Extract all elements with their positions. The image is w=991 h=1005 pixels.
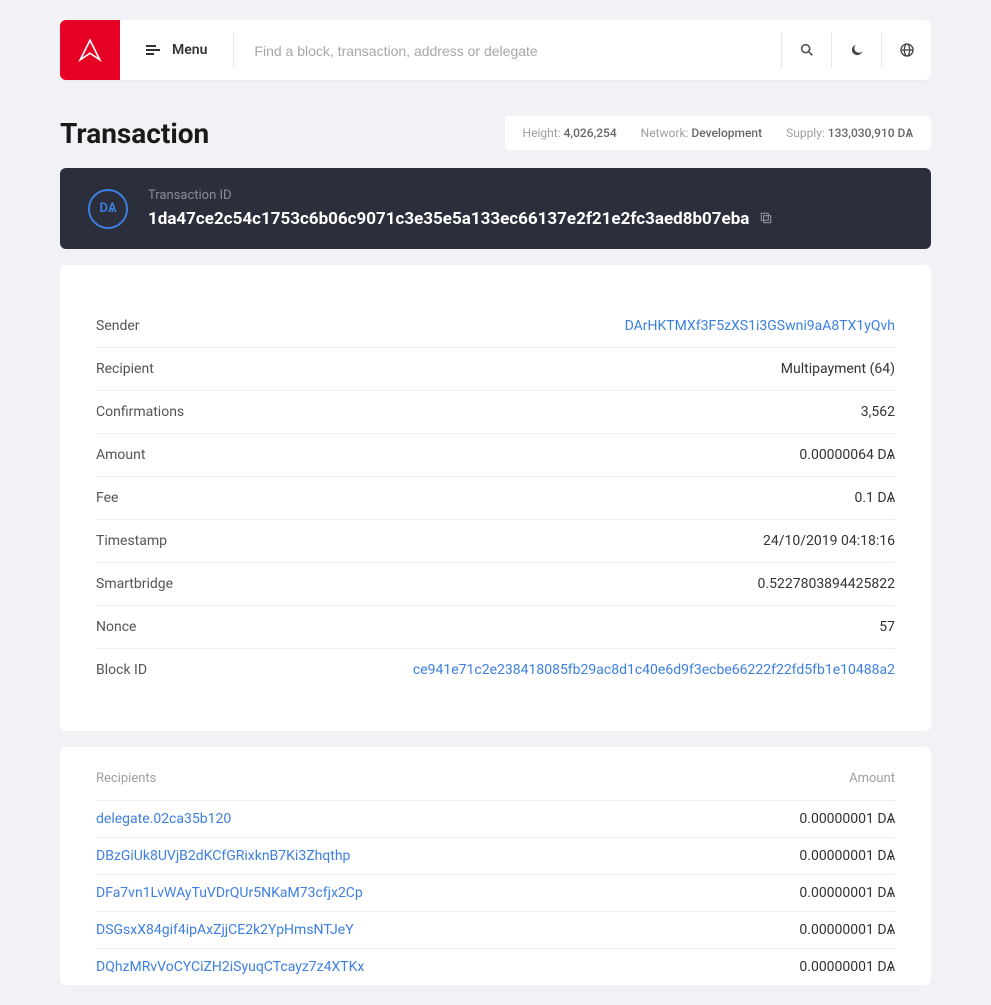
copy-button[interactable] — [759, 210, 773, 229]
detail-value: 57 — [879, 619, 895, 635]
details-card: Sender DArHKTMXf3F5zXS1i3GSwni9aA8TX1yQvh… — [60, 265, 931, 731]
detail-label: Amount — [96, 447, 145, 463]
recipient-row: DSGsxX84gif4ipAxZjjCE2k2YpHmsNTJeY 0.0000… — [96, 911, 895, 948]
menu-label: Menu — [172, 42, 207, 58]
detail-link-value[interactable]: ce941e71c2e238418085fb29ac8d1c40e6d9f3ec… — [413, 662, 895, 678]
recipient-row: DBzGiUk8UVjB2dKCfGRixknB7Ki3Zhqthp 0.0000… — [96, 837, 895, 874]
top-bar: Menu — [60, 20, 931, 80]
recipient-row: DQhzMRvVoCYCiZH2iSyuqCTcayz7z4XTKx 0.0000… — [96, 948, 895, 985]
detail-label: Timestamp — [96, 533, 167, 549]
detail-label: Recipient — [96, 361, 154, 377]
stat-network-value: Development — [691, 126, 762, 140]
recipient-amount: 0.00000001 DѦ — [799, 922, 895, 938]
globe-icon — [899, 42, 915, 58]
transaction-header-card: DѦ Transaction ID 1da47ce2c54c1753c6b06c… — [60, 168, 931, 249]
detail-value: 3,562 — [861, 404, 895, 420]
network-stats: Height: 4,026,254 Network: Development S… — [505, 116, 931, 150]
recipient-address-link[interactable]: DQhzMRvVoCYCiZH2iSyuqCTcayz7z4XTKx — [96, 959, 364, 975]
recipient-row: delegate.02ca35b120 0.00000001 DѦ — [96, 800, 895, 837]
detail-value: 0.5227803894425822 — [758, 576, 895, 592]
recipient-address-link[interactable]: DFa7vn1LvWAyTuVDrQUr5NKaM73cfjx2Cp — [96, 885, 363, 901]
search-wrap — [234, 41, 781, 60]
copy-icon — [759, 211, 773, 225]
page-title: Transaction — [60, 117, 209, 150]
transaction-icon: DѦ — [88, 189, 128, 229]
detail-row: Nonce 57 — [96, 606, 895, 649]
recipient-amount: 0.00000001 DѦ — [799, 811, 895, 827]
detail-row: Amount 0.00000064 DѦ — [96, 434, 895, 477]
stat-height-value: 4,026,254 — [564, 126, 617, 140]
logo[interactable] — [60, 20, 120, 80]
logo-icon — [77, 37, 103, 63]
detail-label: Block ID — [96, 662, 147, 678]
moon-icon — [849, 42, 865, 58]
detail-label: Sender — [96, 318, 140, 334]
network-button[interactable] — [881, 32, 931, 68]
detail-value: 24/10/2019 04:18:16 — [763, 533, 895, 549]
theme-toggle[interactable] — [831, 32, 881, 68]
recipient-address-link[interactable]: DBzGiUk8UVjB2dKCfGRixknB7Ki3Zhqthp — [96, 848, 350, 864]
recipient-address-link[interactable]: delegate.02ca35b120 — [96, 811, 231, 827]
search-button[interactable] — [781, 32, 831, 68]
recipient-address-link[interactable]: DSGsxX84gif4ipAxZjjCE2k2YpHmsNTJeY — [96, 922, 354, 938]
detail-value: Multipayment (64) — [781, 361, 895, 377]
detail-value: 0.1 DѦ — [854, 490, 895, 506]
detail-row: Confirmations 3,562 — [96, 391, 895, 434]
recipients-head-address: Recipients — [96, 771, 156, 786]
search-icon — [799, 42, 815, 58]
transaction-id-label: Transaction ID — [148, 188, 903, 203]
detail-label: Confirmations — [96, 404, 184, 420]
detail-label: Nonce — [96, 619, 136, 635]
search-input[interactable] — [254, 43, 761, 59]
stat-supply-value: 133,030,910 DѦ — [828, 126, 913, 140]
detail-row: Block ID ce941e71c2e238418085fb29ac8d1c40… — [96, 649, 895, 691]
transaction-id-value: 1da47ce2c54c1753c6b06c9071c3e35e5a133ec6… — [148, 209, 749, 229]
menu-button[interactable]: Menu — [120, 32, 234, 68]
stat-network-label: Network: — [641, 126, 689, 140]
detail-row: Recipient Multipayment (64) — [96, 348, 895, 391]
recipient-amount: 0.00000001 DѦ — [799, 885, 895, 901]
header-row: Transaction Height: 4,026,254 Network: D… — [60, 116, 931, 150]
detail-row: Smartbridge 0.5227803894425822 — [96, 563, 895, 606]
menu-icon — [146, 45, 160, 55]
stat-supply-label: Supply: — [786, 126, 825, 140]
recipient-amount: 0.00000001 DѦ — [799, 959, 895, 975]
detail-row: Sender DArHKTMXf3F5zXS1i3GSwni9aA8TX1yQvh — [96, 305, 895, 348]
recipients-head-amount: Amount — [849, 771, 895, 786]
detail-row: Timestamp 24/10/2019 04:18:16 — [96, 520, 895, 563]
detail-link-value[interactable]: DArHKTMXf3F5zXS1i3GSwni9aA8TX1yQvh — [625, 318, 895, 334]
detail-value: 0.00000064 DѦ — [799, 447, 895, 463]
stat-height-label: Height: — [523, 126, 561, 140]
detail-label: Fee — [96, 490, 118, 506]
recipient-row: DFa7vn1LvWAyTuVDrQUr5NKaM73cfjx2Cp 0.0000… — [96, 874, 895, 911]
recipients-card: Recipients Amount delegate.02ca35b120 0.0… — [60, 747, 931, 985]
detail-label: Smartbridge — [96, 576, 173, 592]
recipient-amount: 0.00000001 DѦ — [799, 848, 895, 864]
detail-row: Fee 0.1 DѦ — [96, 477, 895, 520]
